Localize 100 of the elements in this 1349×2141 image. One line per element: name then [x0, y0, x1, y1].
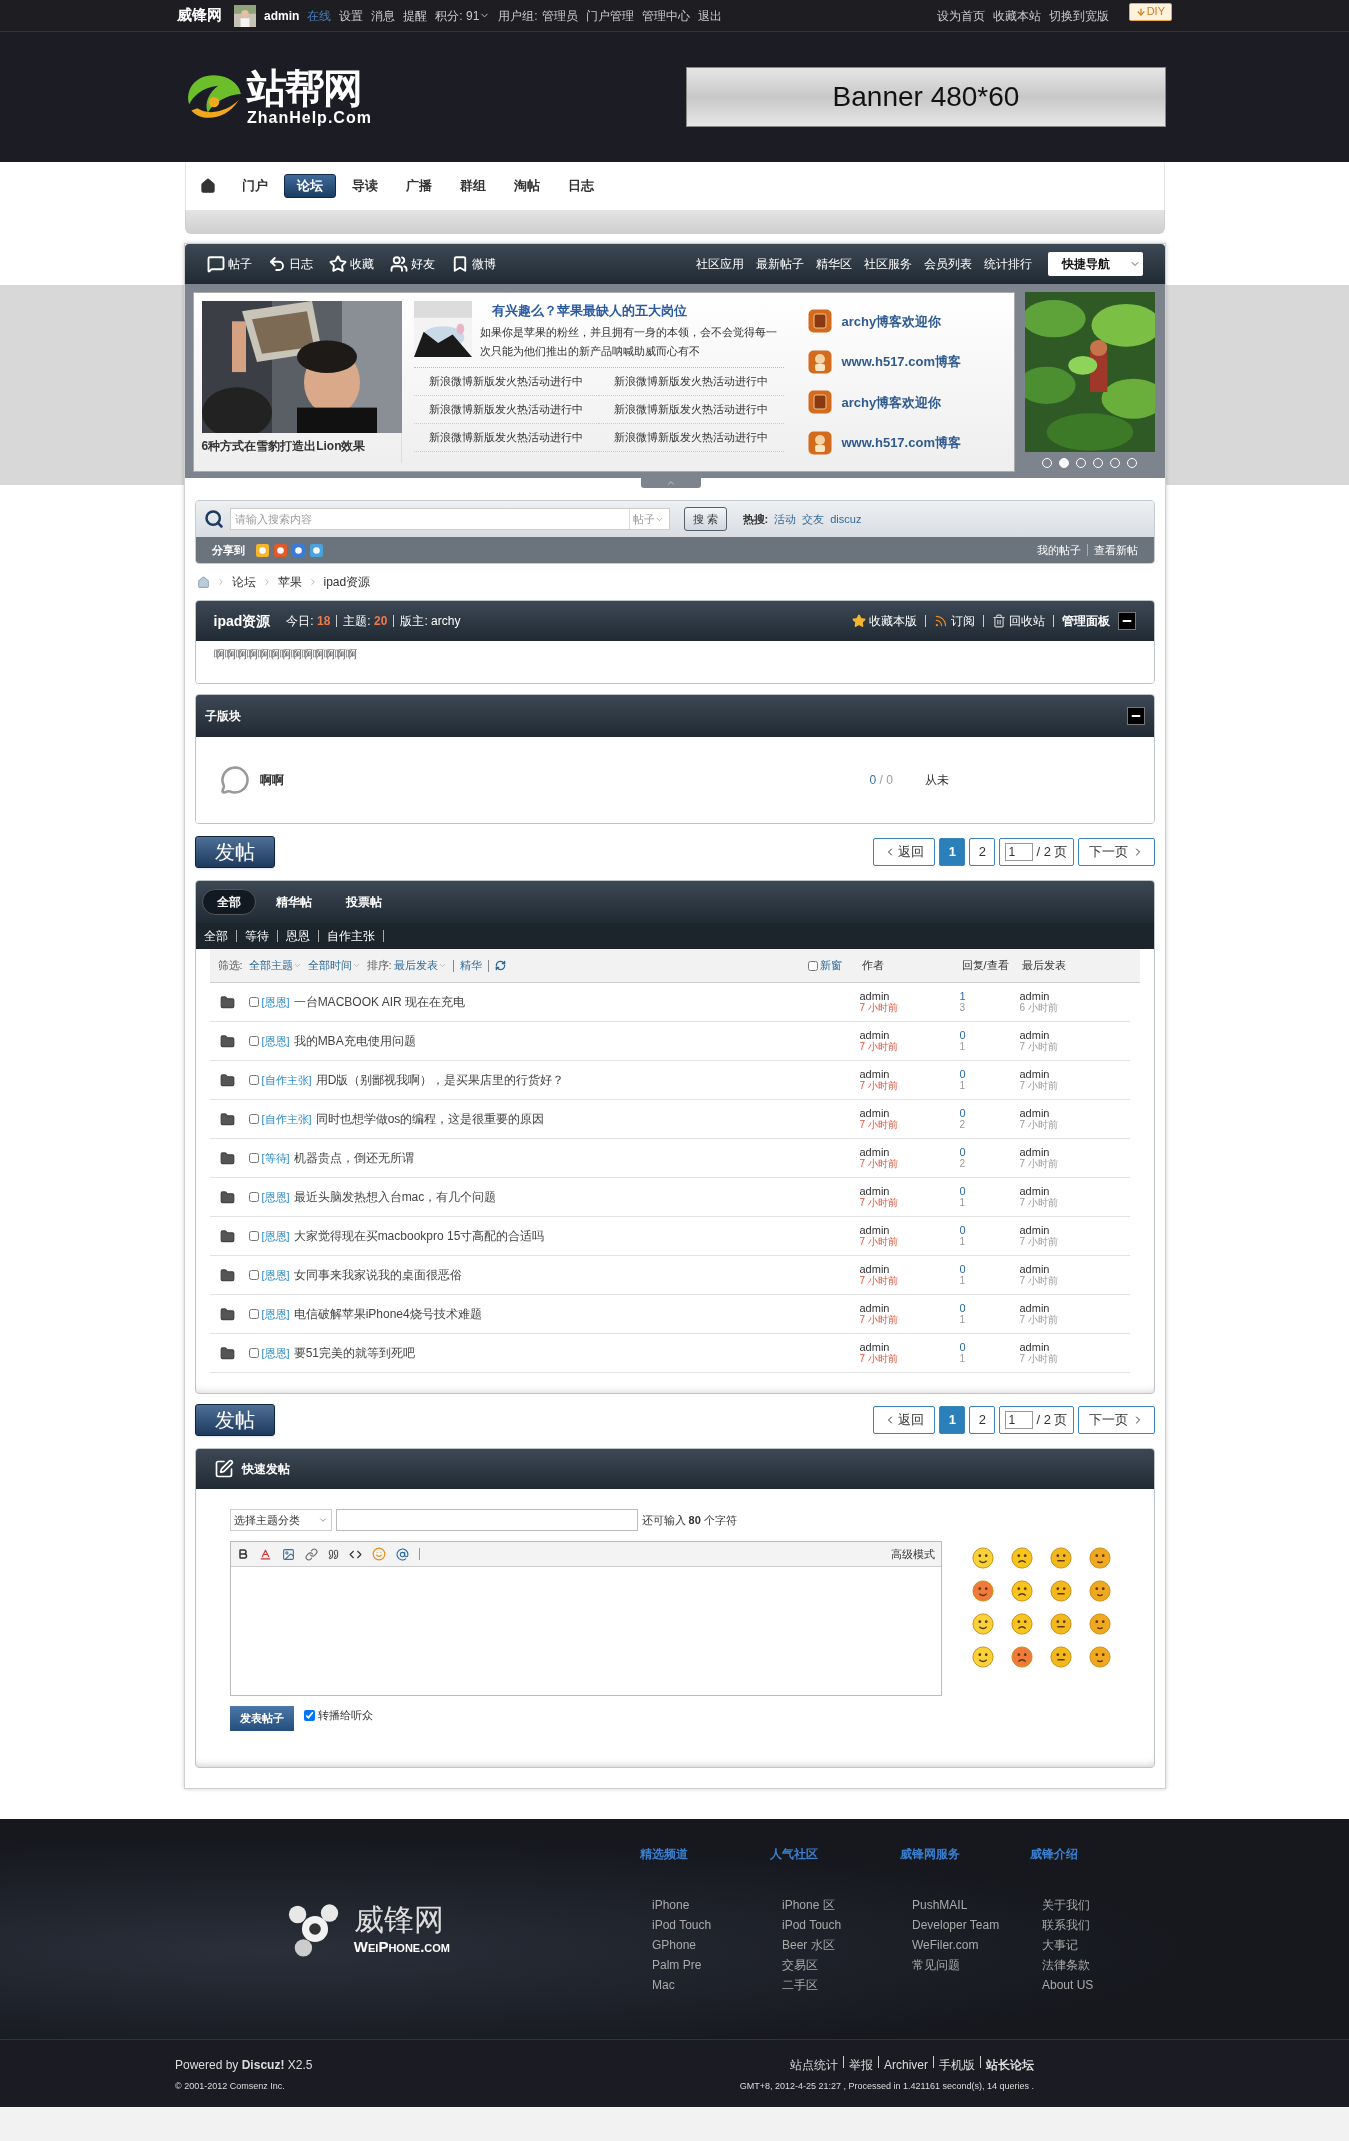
- blog-link[interactable]: archy博客欢迎你: [841, 311, 942, 331]
- filter-tab[interactable]: 全部: [201, 889, 256, 915]
- thread-type-link[interactable]: [自作主张]: [261, 1071, 312, 1089]
- reply-count[interactable]: 1: [959, 990, 1020, 1002]
- nav-tab[interactable]: 群组: [447, 174, 498, 198]
- collapse-button[interactable]: [1117, 612, 1136, 630]
- last-poster-link[interactable]: admin: [1019, 1185, 1120, 1197]
- page-link[interactable]: 2: [969, 838, 996, 866]
- breadcrumb-link[interactable]: 苹果: [277, 573, 302, 591]
- top-link[interactable]: 管理中心: [641, 6, 690, 25]
- digest-link[interactable]: 精华: [459, 957, 482, 974]
- smiley-icon[interactable]: [1088, 1646, 1111, 1668]
- thread-type-link[interactable]: [恩恩]: [261, 993, 290, 1011]
- last-poster-link[interactable]: admin: [1019, 1146, 1120, 1158]
- refresh-icon[interactable]: [494, 960, 506, 971]
- top-link[interactable]: 设置: [339, 6, 364, 25]
- filter-tab[interactable]: 投票帖: [331, 889, 396, 915]
- top-link[interactable]: 退出: [697, 6, 722, 25]
- author-link[interactable]: admin: [859, 1146, 960, 1158]
- panel-link[interactable]: 管理面板: [1061, 612, 1110, 630]
- footer-heading[interactable]: 威锋网服务: [900, 1845, 1030, 1863]
- checkbox[interactable]: [807, 960, 818, 971]
- footer-heading[interactable]: 威锋介绍: [1030, 1845, 1160, 1863]
- bar-link[interactable]: 统计排行: [983, 255, 1032, 273]
- image-icon[interactable]: [281, 1547, 295, 1561]
- filter-dropdown[interactable]: 全部主题: [248, 957, 302, 974]
- breadcrumb-link[interactable]: ipad资源: [323, 573, 371, 591]
- share-icon[interactable]: [309, 543, 323, 557]
- footer-link[interactable]: 常见问题: [900, 1955, 1030, 1975]
- author-link[interactable]: admin: [859, 1224, 960, 1236]
- footer-link[interactable]: 站长论坛: [986, 2056, 1034, 2074]
- post-button[interactable]: 发帖: [194, 836, 275, 868]
- footer-link[interactable]: 关于我们: [1030, 1895, 1160, 1915]
- checkbox[interactable]: [248, 1309, 259, 1319]
- footer-link[interactable]: WeFiler.com: [900, 1935, 1030, 1955]
- post-button[interactable]: 发帖: [194, 1404, 275, 1436]
- smiley-icon[interactable]: [1088, 1613, 1111, 1635]
- share-icon[interactable]: [291, 543, 305, 557]
- top-link[interactable]: 提醒: [403, 6, 428, 25]
- footer-link[interactable]: iPhone: [640, 1895, 770, 1915]
- share-bar-link[interactable]: 查看新帖: [1093, 541, 1138, 559]
- top-link[interactable]: 消息: [371, 6, 396, 25]
- forum-action[interactable]: 收藏本版: [851, 612, 917, 630]
- reply-count[interactable]: 0: [959, 1263, 1020, 1275]
- last-poster-link[interactable]: admin: [1019, 1341, 1120, 1353]
- author-link[interactable]: admin: [859, 1068, 960, 1080]
- footer-link[interactable]: iPod Touch: [770, 1915, 900, 1935]
- nav-tab[interactable]: 淘帖: [501, 174, 552, 198]
- hot-link[interactable]: 交友: [802, 510, 825, 528]
- headline-link[interactable]: 有兴趣么？苹果最缺人的五大岗位: [479, 301, 784, 321]
- footer-link[interactable]: GPhone: [640, 1935, 770, 1955]
- thread-type-link[interactable]: [恩恩]: [261, 1305, 290, 1323]
- page-link[interactable]: 1: [939, 1406, 966, 1434]
- reply-count[interactable]: 0: [959, 1146, 1020, 1158]
- news-link[interactable]: 新浪微博新版发火热活动进行中: [598, 395, 784, 424]
- footer-link[interactable]: Beer 水区: [770, 1935, 900, 1955]
- blog-link[interactable]: www.h517.com博客: [841, 433, 961, 453]
- username[interactable]: admin: [264, 6, 300, 25]
- type-link[interactable]: 恩恩: [285, 927, 310, 945]
- checkbox[interactable]: [248, 1153, 259, 1163]
- checkbox[interactable]: [303, 1710, 315, 1721]
- link-icon[interactable]: [304, 1547, 318, 1561]
- font-color-icon[interactable]: [258, 1547, 272, 1561]
- blog-link[interactable]: archy博客欢迎你: [841, 392, 942, 412]
- bar-link[interactable]: 会员列表: [923, 255, 972, 273]
- page-jump[interactable]: 1 / 2 页: [999, 838, 1074, 866]
- footer-link[interactable]: Developer Team: [900, 1915, 1030, 1935]
- news-link[interactable]: 新浪微博新版发火热活动进行中: [413, 423, 599, 452]
- nav-tab[interactable]: 门户: [229, 174, 280, 198]
- smiley-icon[interactable]: [1049, 1580, 1072, 1602]
- reply-count[interactable]: 0: [959, 1068, 1020, 1080]
- footer-link[interactable]: iPod Touch: [640, 1915, 770, 1935]
- category-select[interactable]: 选择主题分类: [229, 1509, 332, 1531]
- smiley-icon[interactable]: [1049, 1613, 1072, 1635]
- checkbox[interactable]: [248, 997, 259, 1007]
- bar-link[interactable]: 社区应用: [695, 255, 744, 273]
- footer-link[interactable]: Archiver: [884, 2056, 928, 2074]
- thread-title-link[interactable]: 电信破解苹果iPhone4烧号技术难题: [293, 1305, 784, 1323]
- footer-link[interactable]: 交易区: [770, 1955, 900, 1975]
- checkbox[interactable]: [248, 1348, 259, 1358]
- last-poster-link[interactable]: admin: [1019, 1302, 1120, 1314]
- page-link[interactable]: 2: [969, 1406, 996, 1434]
- last-poster-link[interactable]: admin: [1019, 1068, 1120, 1080]
- photo-caption[interactable]: 6种方式在雪豹打造出Lion效果: [201, 437, 393, 455]
- back-button[interactable]: 返回: [873, 1406, 936, 1434]
- checkbox[interactable]: [248, 1192, 259, 1202]
- bar-link[interactable]: 社区服务: [863, 255, 912, 273]
- reply-count[interactable]: 0: [959, 1302, 1020, 1314]
- last-poster-link[interactable]: admin: [1019, 1107, 1120, 1119]
- author-link[interactable]: admin: [859, 1302, 960, 1314]
- type-link[interactable]: 全部: [203, 927, 228, 945]
- smiley-icon[interactable]: [1049, 1547, 1072, 1569]
- reply-count[interactable]: 0: [959, 1185, 1020, 1197]
- breadcrumb-link[interactable]: 论坛: [231, 573, 256, 591]
- title-field[interactable]: [335, 1509, 638, 1531]
- site-name[interactable]: 威锋网: [177, 4, 222, 27]
- author-link[interactable]: admin: [859, 1185, 960, 1197]
- checkbox[interactable]: [248, 1075, 259, 1085]
- footer-link[interactable]: 联系我们: [1030, 1915, 1160, 1935]
- bar-link[interactable]: 微博: [450, 255, 496, 273]
